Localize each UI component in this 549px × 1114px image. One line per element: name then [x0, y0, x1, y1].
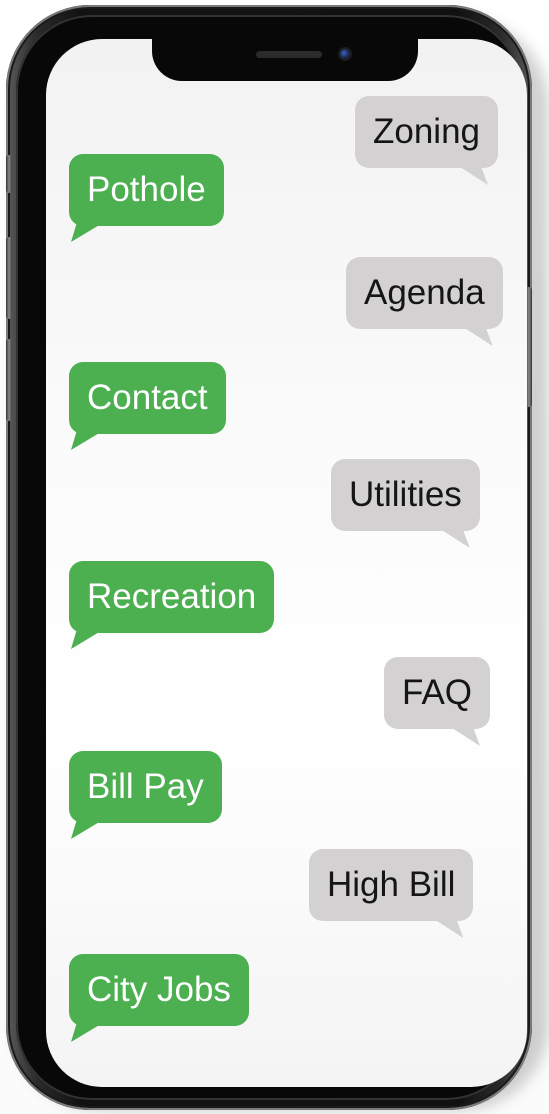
- message-bubble-pothole[interactable]: Pothole: [69, 154, 224, 226]
- message-bubble-recreation[interactable]: Recreation: [69, 561, 275, 633]
- volume-down-button: [6, 339, 12, 421]
- message-text: Utilities: [349, 475, 462, 514]
- notch: [152, 39, 418, 81]
- speaker-grille: [256, 51, 322, 58]
- message-bubble-bill-pay[interactable]: Bill Pay: [69, 751, 222, 823]
- message-bubble-faq[interactable]: FAQ: [384, 657, 491, 729]
- message-text: FAQ: [402, 673, 473, 712]
- silent-switch: [6, 155, 12, 193]
- phone-screen: Zoning Pothole Agenda Contact Utilities …: [46, 39, 527, 1087]
- message-bubble-zoning[interactable]: Zoning: [355, 96, 499, 168]
- message-bubble-contact[interactable]: Contact: [69, 362, 226, 434]
- message-bubble-city-jobs[interactable]: City Jobs: [69, 954, 249, 1026]
- message-bubble-high-bill[interactable]: High Bill: [309, 849, 474, 921]
- message-bubble-utilities[interactable]: Utilities: [331, 459, 480, 531]
- message-text: Zoning: [373, 112, 481, 151]
- message-text: Pothole: [87, 170, 206, 209]
- message-text: Contact: [87, 378, 208, 417]
- message-text: Recreation: [87, 577, 257, 616]
- phone-mockup-stage: Zoning Pothole Agenda Contact Utilities …: [0, 0, 549, 1114]
- message-text: Bill Pay: [87, 767, 204, 806]
- message-text: High Bill: [327, 865, 456, 904]
- message-bubble-agenda[interactable]: Agenda: [346, 257, 503, 329]
- phone-frame: Zoning Pothole Agenda Contact Utilities …: [6, 5, 532, 1110]
- message-text: City Jobs: [87, 970, 231, 1009]
- volume-up-button: [6, 237, 12, 319]
- message-text: Agenda: [364, 273, 485, 312]
- front-camera-icon: [340, 49, 350, 59]
